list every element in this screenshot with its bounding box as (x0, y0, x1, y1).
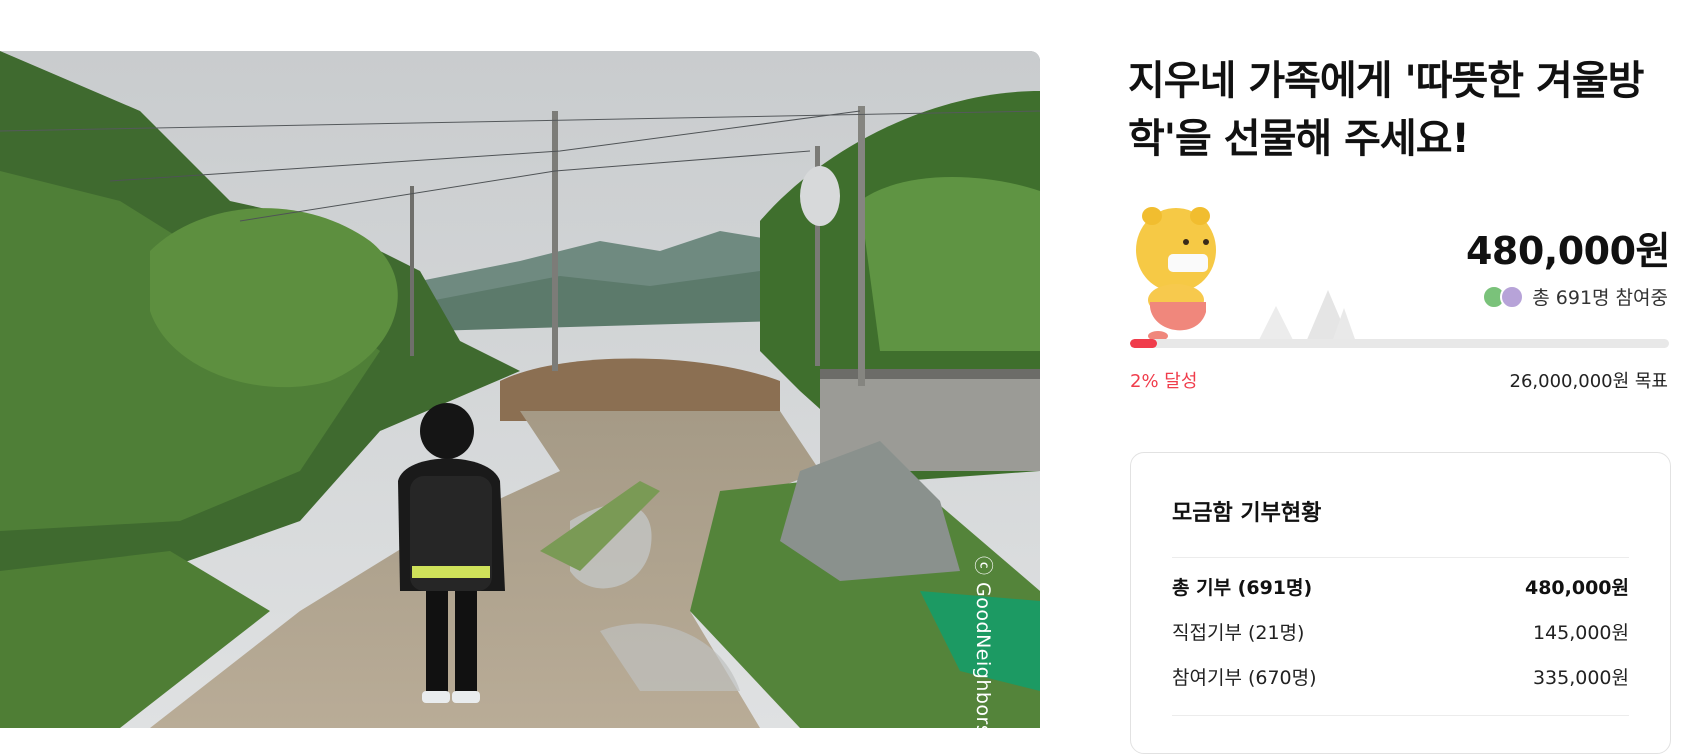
achieved-percent: 2% 달성 (1130, 371, 1198, 392)
direct-donation-row: 직접기부 (21명) 145,000원 (1172, 618, 1629, 645)
mascot-character (1128, 202, 1224, 342)
participants-summary: 총 691명 참여중 (1482, 283, 1668, 310)
campaign-photo (0, 51, 1040, 728)
row-label: 총 기부 (691명) (1172, 577, 1313, 599)
avatar (1500, 284, 1525, 309)
row-label: 참여기부 (670명) (1172, 667, 1317, 689)
row-value: 335,000원 (1532, 667, 1629, 689)
progress-bar (1130, 339, 1669, 348)
total-donation-row: 총 기부 (691명) 480,000원 (1172, 573, 1629, 600)
progress-decoration (1258, 290, 1356, 342)
donation-status-title: 모금함 기부현황 (1172, 501, 1322, 526)
campaign-title: 지우네 가족에게 '따뜻한 겨울방학'을 선물해 주세요! (1128, 58, 1644, 162)
row-value: 145,000원 (1532, 622, 1629, 644)
photo-credit: ⓒ GoodNeighbors (972, 556, 994, 736)
row-value: 480,000원 (1524, 577, 1629, 599)
divider (1172, 715, 1629, 716)
progress-fill (1130, 339, 1157, 348)
participation-donation-row: 참여기부 (670명) 335,000원 (1172, 663, 1629, 690)
participants-count: 총 691명 참여중 (1532, 287, 1668, 309)
participant-avatars (1482, 284, 1525, 309)
divider (1172, 557, 1629, 558)
row-label: 직접기부 (21명) (1172, 622, 1305, 644)
donation-status-card: 모금함 기부현황 총 기부 (691명) 480,000원 직접기부 (21명)… (1130, 452, 1671, 754)
raised-amount: 480,000원 (1465, 229, 1671, 273)
goal-amount: 26,000,000원 목표 (1509, 371, 1668, 392)
